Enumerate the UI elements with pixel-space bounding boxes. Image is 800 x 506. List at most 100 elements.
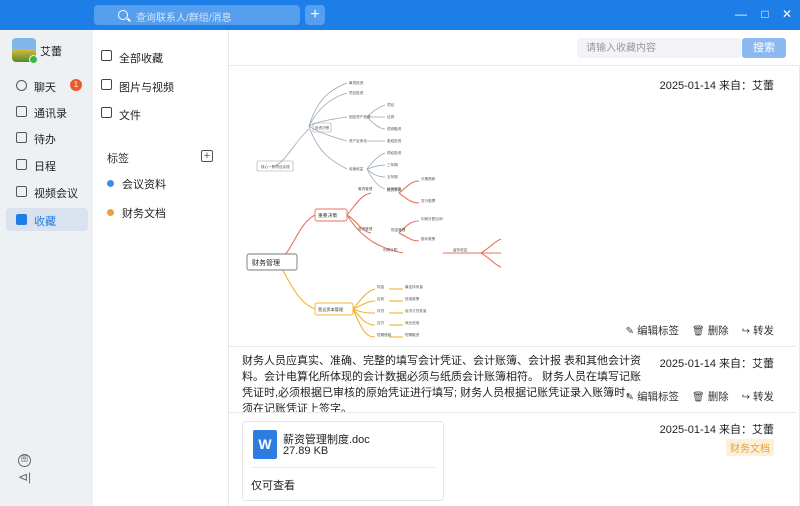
- app-store-icon[interactable]: 图: [18, 454, 31, 467]
- mindmap-node: 发行股票: [421, 198, 436, 203]
- close-icon[interactable]: ✕: [780, 7, 794, 21]
- unread-badge: 1: [70, 79, 82, 91]
- nav-item-video-meeting[interactable]: 视频会议: [6, 180, 88, 203]
- todo-icon: [16, 132, 27, 143]
- edit-tag-label: 编辑标签: [637, 391, 680, 403]
- nav-item-label: 日程: [34, 161, 56, 173]
- mindmap-node: 股利政策: [421, 236, 436, 241]
- contacts-icon: [16, 106, 27, 117]
- mindmap-node: 经济订货批量: [405, 308, 427, 313]
- menu-item-label: 图片与视频: [119, 82, 174, 94]
- mindmap-node: 项目投资: [349, 90, 364, 95]
- favorite-card-text[interactable]: 财务人员应真实、准确、完整的填写会计凭证、会计账簿、会计报 表和其他会计资料。会…: [229, 347, 796, 415]
- avatar[interactable]: [12, 38, 38, 64]
- mindmap-node: 信用政策: [405, 296, 420, 301]
- mindmap-node: 经营权益: [349, 166, 364, 171]
- file-attachment[interactable]: W 薪资管理制度.doc 27.89 KB 仅可查看: [242, 421, 444, 501]
- mindmap-node: 商业信用: [405, 320, 420, 325]
- mindmap-node: 融资需求: [387, 187, 402, 192]
- delete-button[interactable]: 🗑 删除: [692, 325, 729, 337]
- nav-item-chat[interactable]: 聊天 1: [6, 74, 88, 97]
- mindmap-branch: 重要决策: [318, 212, 337, 219]
- global-search-input[interactable]: 查询联系人/群组/消息: [94, 5, 300, 25]
- mindmap-node: 长期借款: [421, 176, 436, 181]
- menu-item-label: 文件: [119, 110, 141, 122]
- favorites-main: 搜索 核心一阶项目实践: [229, 30, 800, 506]
- add-button[interactable]: +: [305, 5, 325, 25]
- mindmap-node: 债券融资: [387, 126, 402, 131]
- mindmap-node: 短期融资: [405, 332, 420, 337]
- title-bar: 查询联系人/群组/消息 + — □ ✕: [0, 0, 800, 30]
- star-box-icon: [101, 50, 112, 61]
- tag-item-meeting-materials[interactable]: 会议资料: [107, 176, 166, 192]
- nav-item-calendar[interactable]: 日程: [6, 153, 88, 176]
- favorites-search-bar: 搜索: [229, 30, 800, 66]
- video-meeting-icon: [16, 186, 27, 197]
- mindmap-node: 短期借款: [377, 332, 392, 337]
- trash-icon: 🗑: [691, 326, 705, 337]
- mindmap-node: 最佳持有量: [405, 284, 423, 289]
- mindmap-node: 现金: [377, 284, 385, 289]
- favorites-menu: 全部收藏 图片与视频 文件 标签 + 会议资料 财务文档: [93, 30, 229, 506]
- mindmap-node: 应收: [377, 296, 385, 301]
- mindmap-node: 现金管理: [391, 227, 406, 232]
- forward-label: 转发: [753, 391, 774, 403]
- mindmap-node: 核心一阶项目实践: [261, 164, 290, 169]
- nav-item-contacts[interactable]: 通讯录: [6, 100, 88, 123]
- image-icon: [101, 79, 112, 90]
- search-icon: [118, 10, 128, 20]
- mindmap-node: 存货: [377, 308, 385, 313]
- mindmap-node: 项目: [387, 102, 394, 107]
- mindmap-node: 固定资产投资: [349, 114, 371, 119]
- forward-label: 转发: [753, 325, 774, 337]
- mindmap-node: 应付: [377, 320, 385, 325]
- nav-item-label: 视频会议: [34, 188, 78, 200]
- menu-item-files[interactable]: 文件: [99, 102, 223, 124]
- favorites-search-input[interactable]: [577, 38, 741, 58]
- edit-tag-button[interactable]: ✎ 编辑标签: [626, 391, 679, 403]
- delete-button[interactable]: 🗑 删除: [692, 391, 729, 403]
- global-search-placeholder: 查询联系人/群组/消息: [136, 13, 232, 24]
- collapse-sidebar-icon[interactable]: ⊲|: [18, 470, 31, 484]
- note-text: 财务人员应真实、准确、完整的填写会计凭证、会计账簿、会计报 表和其他会计资料。会…: [242, 355, 642, 415]
- edit-tag-button[interactable]: ✎ 编辑标签: [626, 325, 679, 337]
- mindmap-node: 投资管理: [358, 226, 373, 231]
- calendar-icon: [16, 159, 27, 170]
- search-button[interactable]: 搜索: [742, 38, 786, 58]
- menu-item-label: 全部收藏: [119, 53, 163, 65]
- menu-item-images-videos[interactable]: 图片与视频: [99, 74, 223, 96]
- favorite-card-image[interactable]: 核心一阶项目实践 投资决策 筹资投资 项目投资 固定资产投资 资产证券化 经营权…: [229, 67, 796, 345]
- edit-icon: ✎: [625, 392, 635, 403]
- edit-icon: ✎: [625, 326, 635, 337]
- mindmap-image: 核心一阶项目实践 投资决策 筹资投资 项目投资 固定资产投资 资产证券化 经营权…: [246, 80, 502, 338]
- card-actions: ✎ 编辑标签 🗑 删除 ↪ 转发: [616, 389, 774, 404]
- favorite-card-file[interactable]: W 薪资管理制度.doc 27.89 KB 仅可查看 2025-01-14 来自…: [229, 413, 796, 506]
- nav-item-label: 待办: [34, 134, 56, 146]
- nav-item-label: 收藏: [34, 216, 56, 228]
- nav-item-label: 聊天: [34, 82, 56, 94]
- minimize-icon[interactable]: —: [734, 7, 748, 21]
- forward-button[interactable]: ↪ 转发: [742, 391, 774, 403]
- maximize-icon[interactable]: □: [758, 7, 772, 21]
- nav-item-favorites[interactable]: 收藏: [6, 208, 88, 231]
- word-doc-icon: W: [253, 430, 277, 459]
- tag-item-finance-docs[interactable]: 财务文档: [107, 205, 166, 221]
- menu-item-all-favorites[interactable]: 全部收藏: [99, 45, 223, 67]
- tag-label: 会议资料: [122, 179, 166, 191]
- add-tag-button[interactable]: +: [201, 150, 213, 162]
- nav-item-label: 通讯录: [34, 108, 67, 120]
- mindmap-node: 利润分配: [383, 247, 398, 252]
- mindmap-node: 留存收益: [453, 247, 468, 252]
- delete-label: 删除: [707, 391, 729, 403]
- file-icon: [101, 107, 112, 118]
- nav-item-todo[interactable]: 待办: [6, 126, 88, 149]
- favorites-icon: [16, 214, 27, 225]
- mindmap-node: 筹资管理: [358, 186, 373, 191]
- forward-button[interactable]: ↪ 转发: [742, 325, 774, 337]
- user-name: 艾蕾: [40, 46, 62, 58]
- card-tag-badge[interactable]: 财务文档: [726, 439, 774, 456]
- chat-icon: [16, 80, 27, 91]
- mindmap-node: 债权投资: [387, 150, 402, 155]
- tag-color-dot: [107, 209, 114, 216]
- mindmap-node: 股权投资: [387, 138, 402, 143]
